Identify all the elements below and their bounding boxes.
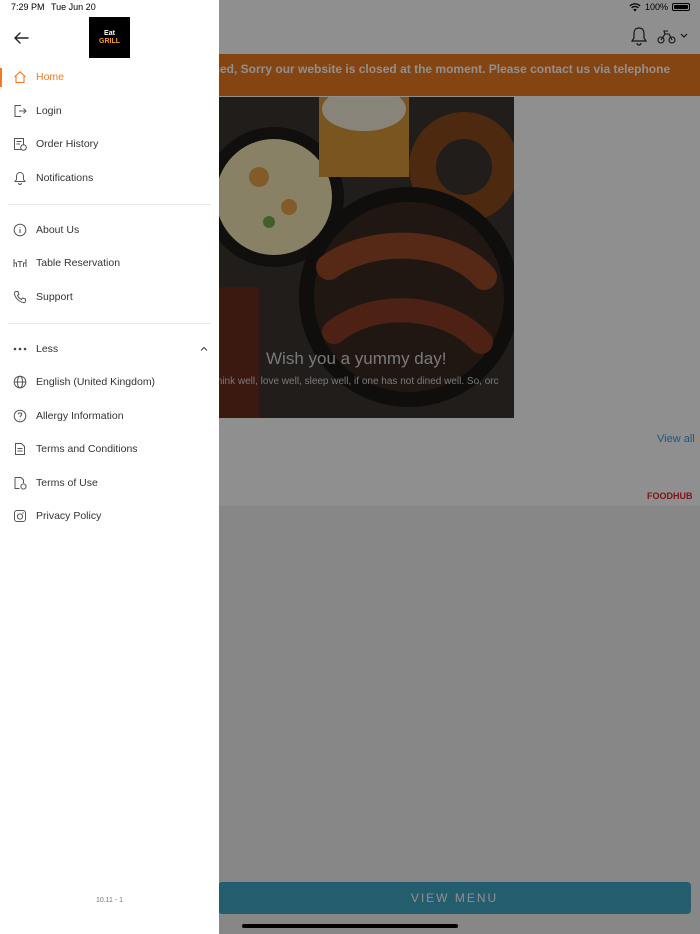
menu-item-table-reservation[interactable]: Table Reservation <box>0 249 219 277</box>
menu-divider <box>8 323 210 324</box>
menu-item-login[interactable]: Login <box>0 97 219 125</box>
menu-label-less: Less <box>36 343 59 355</box>
menu-label-table-reservation: Table Reservation <box>36 257 121 269</box>
menu-label-language: English (United Kingdom) <box>36 376 156 388</box>
menu-item-terms-and-conditions[interactable]: Terms and Conditions <box>0 435 219 463</box>
menu-label-privacy-policy: Privacy Policy <box>36 510 102 522</box>
menu-label-order-history: Order History <box>36 138 99 150</box>
restaurant-logo: Eat GRILL <box>89 17 130 58</box>
menu-item-privacy-policy[interactable]: Privacy Policy <box>0 502 219 530</box>
phone-icon <box>13 291 26 304</box>
login-icon <box>14 105 27 117</box>
logo-line2: GRILL <box>99 37 120 45</box>
order-history-icon <box>14 138 27 151</box>
table-icon <box>13 259 27 267</box>
home-icon <box>14 71 26 84</box>
menu-item-about-us[interactable]: About Us <box>0 216 219 244</box>
menu-item-home[interactable]: Home <box>0 63 219 91</box>
menu-item-allergy-information[interactable]: Allergy Information <box>0 402 219 430</box>
more-dots-icon <box>13 347 27 351</box>
menu-divider <box>8 204 210 205</box>
info-icon <box>13 223 27 237</box>
privacy-icon <box>14 510 26 522</box>
bell-icon <box>14 171 26 185</box>
document-icon <box>15 443 25 455</box>
menu-item-order-history[interactable]: Order History <box>0 130 219 158</box>
menu-item-less[interactable]: Less <box>0 335 219 363</box>
menu-label-home: Home <box>36 71 65 83</box>
menu-label-terms-and-conditions: Terms and Conditions <box>36 443 138 455</box>
menu-label-about-us: About Us <box>36 224 80 236</box>
drawer-status-date: Tue Jun 20 <box>51 2 96 12</box>
menu-label-login: Login <box>36 105 62 117</box>
menu-item-language[interactable]: English (United Kingdom) <box>0 368 219 396</box>
menu-label-notifications: Notifications <box>36 172 94 184</box>
chevron-up-icon <box>200 346 208 351</box>
question-icon <box>13 409 27 423</box>
menu-item-notifications[interactable]: Notifications <box>0 164 219 192</box>
menu-label-allergy-information: Allergy Information <box>36 410 124 422</box>
navigation-drawer: 7:29 PM Tue Jun 20 Eat GRILL Home Login … <box>0 0 219 934</box>
document-gear-icon <box>14 477 27 490</box>
menu-item-support[interactable]: Support <box>0 283 219 311</box>
logo-line1: Eat <box>104 29 115 37</box>
app-version: 10.11 - 1 <box>95 897 124 904</box>
globe-icon <box>13 375 27 389</box>
back-arrow-icon[interactable] <box>12 29 30 47</box>
menu-item-terms-of-use[interactable]: Terms of Use <box>0 469 219 497</box>
menu-label-terms-of-use: Terms of Use <box>36 477 98 489</box>
drawer-status-time: 7:29 PM <box>11 2 45 12</box>
menu-label-support: Support <box>36 291 73 303</box>
